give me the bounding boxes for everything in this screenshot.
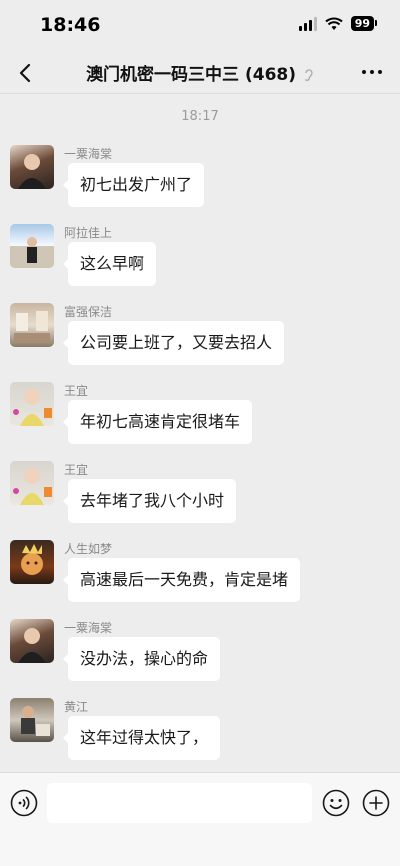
status-bar: 18:46 99 xyxy=(0,0,400,52)
message-item: 阿拉佳上 这么早啊 xyxy=(10,224,390,294)
sender-name: 王宜 xyxy=(64,384,89,398)
status-icons: 99 xyxy=(298,16,378,31)
message-item: 王宜 年初七高速肯定很堵车 xyxy=(10,382,390,452)
voice-icon[interactable] xyxy=(10,789,38,817)
sender-name: 一粟海棠 xyxy=(64,621,113,635)
chat-area[interactable]: 18:17 一粟海棠 初七出发广州了 阿拉佳上 这么早啊 富强保洁 公司要上班了… xyxy=(0,95,400,771)
message-bubble[interactable]: 高速最后一天免费，肯定是堵 xyxy=(62,558,301,602)
avatar[interactable] xyxy=(10,461,54,505)
avatar[interactable] xyxy=(10,382,54,426)
battery-icon: 99 xyxy=(350,16,378,31)
plus-icon[interactable] xyxy=(362,789,390,817)
message-bubble[interactable]: 没办法，操心的命 xyxy=(62,637,221,681)
sender-name: 王宜 xyxy=(64,463,89,477)
message-bubble[interactable]: 去年堵了我八个小时 xyxy=(62,479,237,523)
chat-title-text: 澳门机密一码三中三 (468) xyxy=(86,65,297,85)
nav-bar: 澳门机密一码三中三 (468) xyxy=(0,52,400,94)
message-item: 一粟海棠 没办法，操心的命 xyxy=(10,619,390,689)
message-bubble[interactable]: 初七出发广州了 xyxy=(62,163,205,207)
message-item: 富强保洁 公司要上班了，又要去招人 xyxy=(10,303,390,373)
avatar[interactable] xyxy=(10,224,54,268)
signal-icon xyxy=(298,16,317,31)
chat-title[interactable]: 澳门机密一码三中三 (468) xyxy=(50,60,350,85)
message-item: 黄江 这年过得太快了， xyxy=(10,698,390,768)
sender-name: 黄江 xyxy=(64,700,89,714)
message-bubble[interactable]: 这么早啊 xyxy=(62,242,157,286)
message-input[interactable] xyxy=(47,783,312,823)
wifi-icon xyxy=(325,17,343,30)
sender-name: 一粟海棠 xyxy=(64,147,113,161)
avatar[interactable] xyxy=(10,698,54,742)
sender-name: 阿拉佳上 xyxy=(64,226,113,240)
message-item: 人生如梦 高速最后一天免费，肯定是堵 xyxy=(10,540,390,610)
avatar[interactable] xyxy=(10,619,54,663)
avatar[interactable] xyxy=(10,540,54,584)
back-icon[interactable] xyxy=(16,61,36,85)
avatar[interactable] xyxy=(10,145,54,189)
emoji-icon[interactable] xyxy=(322,789,350,817)
chat-timestamp: 18:17 xyxy=(181,109,219,124)
sender-name: 富强保洁 xyxy=(64,305,113,319)
more-icon[interactable] xyxy=(362,70,382,74)
avatar[interactable] xyxy=(10,303,54,347)
message-item: 王宜 去年堵了我八个小时 xyxy=(10,461,390,531)
message-item: 一粟海棠 初七出发广州了 xyxy=(10,145,390,215)
ear-icon xyxy=(304,69,313,81)
input-bar xyxy=(0,772,400,866)
sender-name: 人生如梦 xyxy=(64,542,113,556)
message-bubble[interactable]: 年初七高速肯定很堵车 xyxy=(62,400,253,444)
status-time: 18:46 xyxy=(40,14,101,36)
message-bubble[interactable]: 这年过得太快了， xyxy=(62,716,221,760)
message-bubble[interactable]: 公司要上班了，又要去招人 xyxy=(62,321,285,365)
